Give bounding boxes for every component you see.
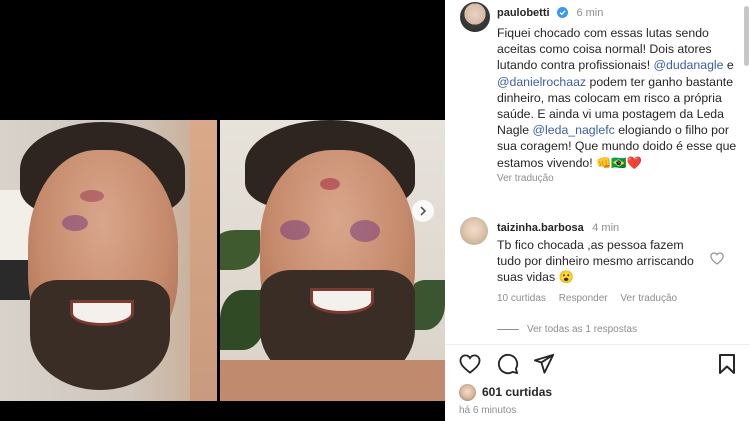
commenter-username[interactable]: taizinha.barbosa — [497, 222, 584, 234]
actions-divider — [445, 344, 750, 345]
bookmark-icon — [719, 354, 735, 374]
scroll-up-arrow[interactable] — [744, 0, 749, 4]
photo-right — [220, 120, 445, 401]
next-image-button[interactable] — [412, 200, 434, 222]
post-timestamp: há 6 minutos — [459, 405, 517, 416]
commenter-avatar[interactable] — [460, 217, 488, 245]
caption-see-translation[interactable]: Ver tradução — [497, 173, 736, 184]
caption: paulobetti 6 min Fiquei chocado com essa… — [497, 3, 736, 184]
mention-link[interactable]: @danielrochaaz — [497, 75, 586, 89]
share-button[interactable] — [533, 353, 555, 380]
photo-left — [0, 120, 217, 401]
comments-panel: paulobetti 6 min Fiquei chocado com essa… — [445, 0, 750, 421]
post-time: 6 min — [576, 7, 604, 19]
view-replies-button[interactable]: Ver todas as 1 respostas — [497, 324, 637, 335]
comment-like-button[interactable] — [710, 252, 724, 270]
comments-scrollbar[interactable] — [744, 6, 749, 66]
heart-icon — [710, 252, 724, 265]
reply-button[interactable]: Responder — [559, 293, 608, 304]
comment-bubble-icon — [497, 353, 519, 375]
post-media[interactable] — [0, 0, 445, 421]
author-username[interactable]: paulobetti — [497, 7, 550, 19]
chevron-right-icon — [420, 206, 427, 216]
like-button[interactable] — [459, 354, 481, 379]
comment-button[interactable] — [497, 353, 519, 380]
mention-link[interactable]: @leda_naglefc — [533, 123, 615, 137]
paper-plane-icon — [533, 353, 555, 374]
heart-icon — [459, 354, 481, 374]
comment-time: 4 min — [592, 222, 620, 234]
comment-item: taizinha.barbosa 4 min Tb fico chocada ,… — [497, 218, 736, 304]
likes-count[interactable]: 601 curtidas — [482, 385, 552, 399]
save-button[interactable] — [718, 353, 736, 380]
comment-see-translation[interactable]: Ver tradução — [620, 293, 677, 304]
mention-link[interactable]: @dudanagle — [654, 58, 724, 72]
comment-likes[interactable]: 10 curtidas — [497, 293, 546, 304]
caption-text: Fiquei chocado com essas lutas sendo ace… — [497, 26, 737, 170]
author-avatar[interactable] — [460, 2, 490, 32]
comment-actions: 10 curtidas Responder Ver tradução — [497, 293, 736, 304]
comment-text: Tb fico chocada ,as pessoa fazem tudo po… — [497, 238, 694, 285]
liker-avatar[interactable] — [459, 384, 476, 401]
verified-badge-icon — [557, 5, 569, 23]
